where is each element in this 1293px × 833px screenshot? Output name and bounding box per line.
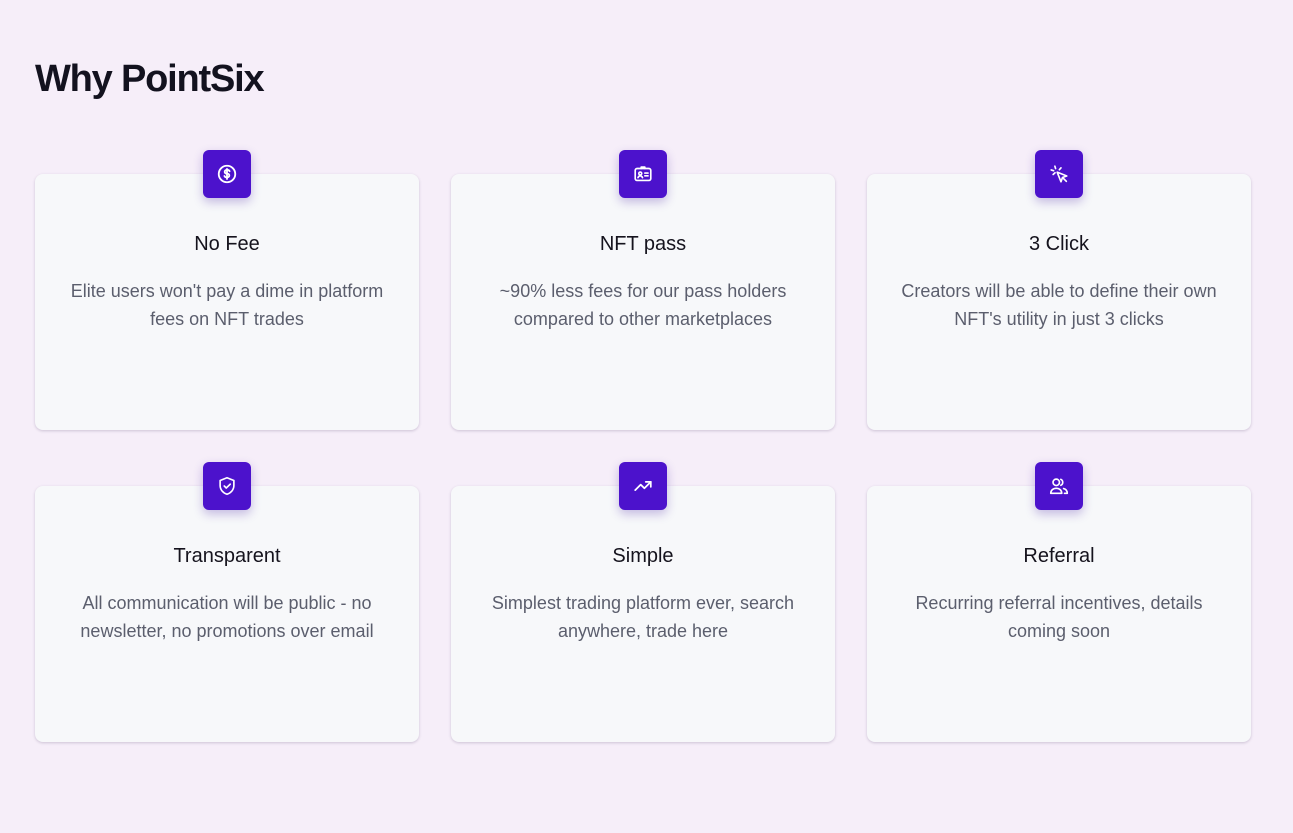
feature-card-nft-pass: NFT pass ~90% less fees for our pass hol… bbox=[451, 150, 835, 430]
feature-card: No Fee Elite users won't pay a dime in p… bbox=[35, 174, 419, 430]
cursor-click-icon bbox=[1035, 150, 1083, 198]
feature-description: Recurring referral incentives, details c… bbox=[915, 593, 1203, 641]
feature-description: Elite users won't pay a dime in platform… bbox=[70, 281, 384, 329]
users-icon bbox=[1035, 462, 1083, 510]
dollar-circle-icon bbox=[203, 150, 251, 198]
feature-card-3-click: 3 Click Creators will be able to define … bbox=[867, 150, 1251, 430]
feature-title: 3 Click bbox=[1028, 233, 1089, 255]
feature-card: NFT pass ~90% less fees for our pass hol… bbox=[451, 174, 835, 430]
feature-title: NFT pass bbox=[599, 233, 687, 255]
feature-description: All communication will be public - no ne… bbox=[80, 593, 374, 641]
feature-card: Referral Recurring referral incentives, … bbox=[867, 486, 1251, 742]
feature-card: Transparent All communication will be pu… bbox=[35, 486, 419, 742]
feature-card-no-fee: No Fee Elite users won't pay a dime in p… bbox=[35, 150, 419, 430]
feature-card-referral: Referral Recurring referral incentives, … bbox=[867, 462, 1251, 742]
feature-description: ~90% less fees for our pass holders comp… bbox=[499, 281, 787, 329]
feature-title: Simple bbox=[612, 545, 674, 567]
feature-title: Transparent bbox=[173, 545, 281, 567]
feature-title: No Fee bbox=[194, 233, 260, 255]
feature-card: 3 Click Creators will be able to define … bbox=[867, 174, 1251, 430]
shield-check-icon bbox=[203, 462, 251, 510]
section-title: Why PointSix bbox=[35, 58, 265, 100]
feature-description: Simplest trading platform ever, search a… bbox=[491, 593, 795, 641]
features-grid: No Fee Elite users won't pay a dime in p… bbox=[35, 150, 1251, 742]
feature-title: Referral bbox=[1023, 545, 1095, 567]
feature-card-transparent: Transparent All communication will be pu… bbox=[35, 462, 419, 742]
trending-up-icon bbox=[619, 462, 667, 510]
feature-card: Simple Simplest trading platform ever, s… bbox=[451, 486, 835, 742]
feature-description: Creators will be able to define their ow… bbox=[901, 281, 1217, 329]
id-card-icon bbox=[619, 150, 667, 198]
feature-card-simple: Simple Simplest trading platform ever, s… bbox=[451, 462, 835, 742]
